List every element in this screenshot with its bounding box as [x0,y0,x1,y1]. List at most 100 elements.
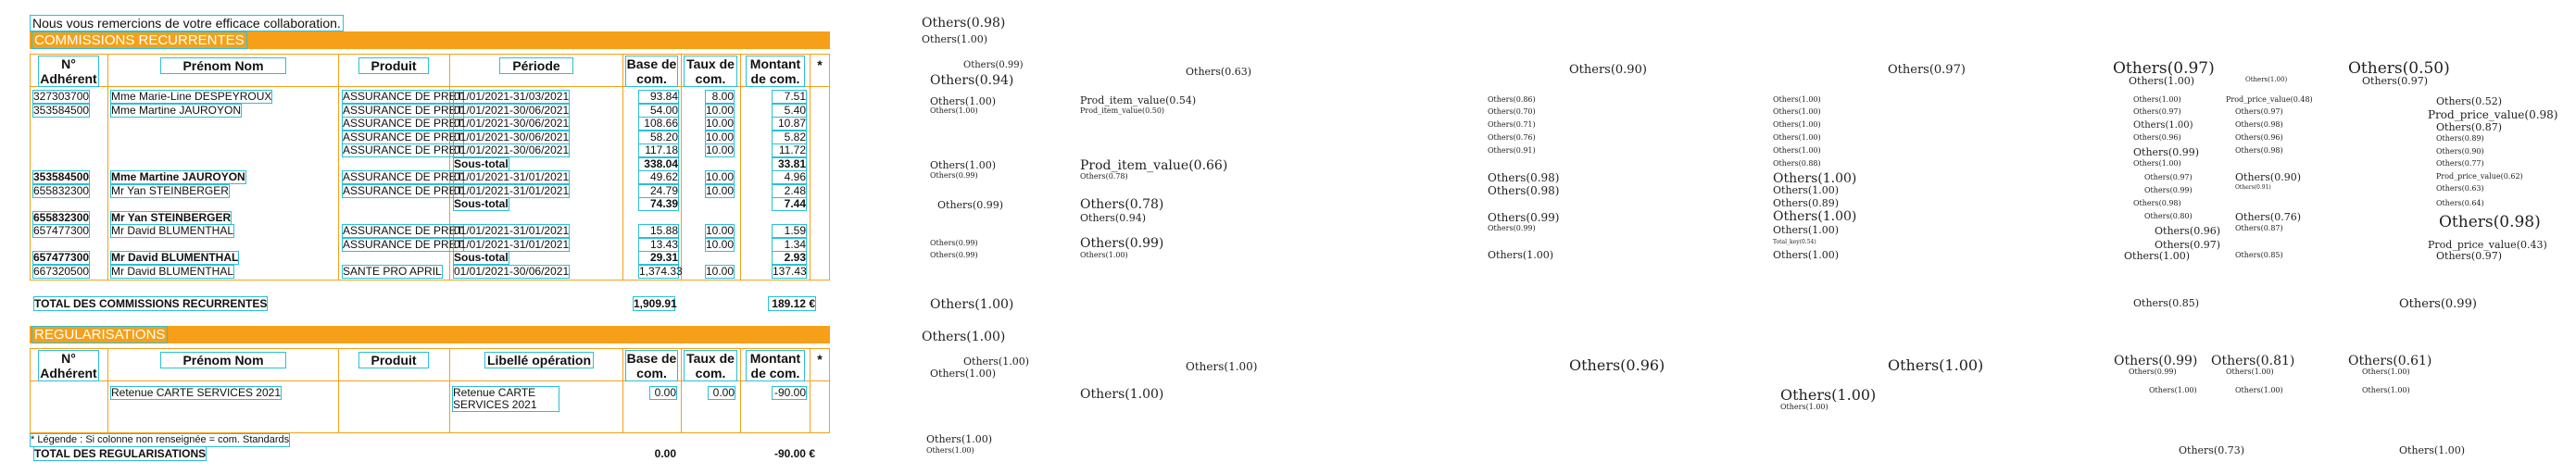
annotation-label: Others(1.00) [2129,75,2195,87]
row-12-name: Mr David BLUMENTHAL [110,251,240,265]
annotation-label: Others(0.80) [2144,212,2193,220]
annotation-label: Others(0.99) [937,199,1004,211]
row-10-period: 01/01/2021-31/01/2021 [453,224,571,238]
annotation-label: Others(1.00) [2124,250,2191,262]
row-6-period: 01/01/2021-31/01/2021 [453,170,571,184]
annotation-label: Others(0.88) [1773,159,1821,168]
annotation-label: Others(0.99) [2129,368,2177,376]
annotation-label: Others(0.87) [2235,224,2283,232]
annotation-label: Others(1.00) [926,446,974,455]
section-header-commissions: COMMISSIONS RECURRENTES [30,31,830,49]
row-13-num: 667320500 [32,264,91,279]
row-5-base: 338.04 [638,156,679,171]
annotation-label: Prod_item_value(0.50) [1080,106,1165,115]
row-8-amount: 7.44 [772,197,807,211]
annotation-label: Others(1.00) [1780,403,1828,411]
row-1-period: 01/01/2021-30/06/2021 [453,103,571,118]
row-10-amount: 1.59 [772,224,807,238]
row-12-period: Sous-total [453,251,509,265]
row-7-num: 655832300 [32,183,91,198]
intro-text: Nous vous remercions de votre efficace c… [30,15,344,31]
annotation-label: Others(0.73) [2179,444,2245,456]
annotation-label: Others(1.00) [1773,224,1840,236]
row-4-rate: 10.00 [705,143,735,157]
annotation-label: Total_key(0.54) [1773,239,1816,245]
row-13-amount: 137.43 [772,264,807,279]
row-10-name: Mr David BLUMENTHAL [110,224,235,238]
annotation-label: Others(1.00) [2399,444,2466,456]
reg-rate: 0.00 [708,386,735,400]
row-7-amount: 2.48 [772,183,807,198]
row-11-product: ASSURANCE DE PRET [342,237,465,252]
annotation-label: Others(0.90) [2235,171,2302,183]
annotation-label: Others(1.00) [1888,356,1984,374]
total-regularisations-amount: -90.00 € [773,447,815,460]
annotation-label: Others(0.97) [2144,173,2193,181]
row-3-rate: 10.00 [705,130,735,144]
annotation-label: Others(0.99) [2144,186,2193,194]
row-13-base: 1,374.33 [638,264,683,279]
section-header-regularisations: REGULARISATIONS [30,326,830,343]
annotation-label: Prod_price_value(0.98) [2428,108,2558,121]
annotation-label: Others(0.97) [2133,107,2181,116]
annotation-label: Others(0.63) [2436,184,2484,193]
annotation-label: Others(0.61) [2348,354,2432,368]
annotation-label: Others(0.99) [930,251,978,259]
reg-col-header-name: Prénom Nom [160,352,286,368]
annotation-label: Others(0.99) [1488,211,1560,224]
row-4-product: ASSURANCE DE PRET [342,143,465,157]
row-6-name: Mme Martine JAUROYON [110,170,246,184]
row-0-product: ASSURANCE DE PRET [342,90,465,104]
row-11-amount: 1.34 [772,237,807,252]
total-regularisations-label: TOTAL DES REGULARISATIONS [33,446,207,461]
annotation-label: Others(0.98) [922,16,1006,31]
row-13-rate: 10.00 [705,264,735,279]
annotation-label: Others(0.99) [1080,236,1164,251]
row-7-rate: 10.00 [705,183,735,198]
row-10-product: ASSURANCE DE PRET [342,224,465,238]
reg-col-header-rate: Taux de com. [684,350,737,381]
annotation-label: Others(0.98) [1488,171,1560,184]
reg-col-header-base: Base de com. [625,350,678,381]
annotation-label: Others(0.98) [2235,146,2283,155]
row-0-name: Mme Marie-Line DESPEYROUX [110,90,273,104]
row-13-name: Mr David BLUMENTHAL [110,264,235,279]
row-7-period: 01/01/2021-31/01/2021 [453,183,571,198]
row-11-base: 13.43 [638,237,679,252]
row-10-rate: 10.00 [705,224,735,238]
col-header-product: Produit [358,57,429,74]
row-5-amount: 33.81 [772,156,807,171]
annotation-label: Prod_price_value(0.62) [2436,172,2523,181]
row-9-name: Mr Yan STEINBERGER [110,210,232,225]
annotation-label: Others(0.52) [2436,95,2503,107]
annotation-label: Others(0.94) [1080,212,1147,224]
annotation-label: Others(1.00) [1773,209,1857,224]
col-header-period: Période [499,57,573,74]
annotation-label: Others(0.63) [1186,66,1252,78]
reg-col-header-adherent: N° Adhérent [38,350,99,381]
row-0-base: 93.84 [638,90,679,104]
reg-col-header-product: Produit [358,352,429,368]
annotation-label: Others(1.00) [1080,251,1128,259]
reg-name: Retenue CARTE SERVICES 2021 [110,386,282,400]
row-7-base: 24.79 [638,183,679,198]
annotation-canvas: Others(0.98) Others(1.00) Others(0.99) Othe… [917,0,2576,474]
annotation-label: Others(1.00) [930,95,997,107]
reg-col-header-operation: Libellé opération [484,352,594,368]
annotation-label: Others(0.87) [2436,121,2503,133]
annotation-label: Others(0.91) [2235,184,2271,191]
annotation-label: Others(0.99) [1488,224,1536,232]
row-1-base: 54.00 [638,103,679,118]
annotation-label: Others(1.00) [1780,386,1877,404]
annotation-label: Others(0.76) [1488,133,1536,142]
annotation-label: Others(0.90) [2436,147,2484,156]
annotation-label: Others(0.99) [930,239,978,247]
annotation-label: Others(0.98) [2439,213,2541,231]
row-4-period: 01/01/2021-30/06/2021 [453,143,571,157]
annotation-label: Others(0.78) [1080,197,1164,212]
annotation-label: Others(0.99) [2114,354,2198,368]
total-commissions-amount: 189.12 € [768,296,816,311]
annotation-label: Others(1.00) [2235,386,2283,394]
annotation-label: Others(0.98) [2133,199,2181,207]
row-2-product: ASSURANCE DE PRET [342,117,465,131]
